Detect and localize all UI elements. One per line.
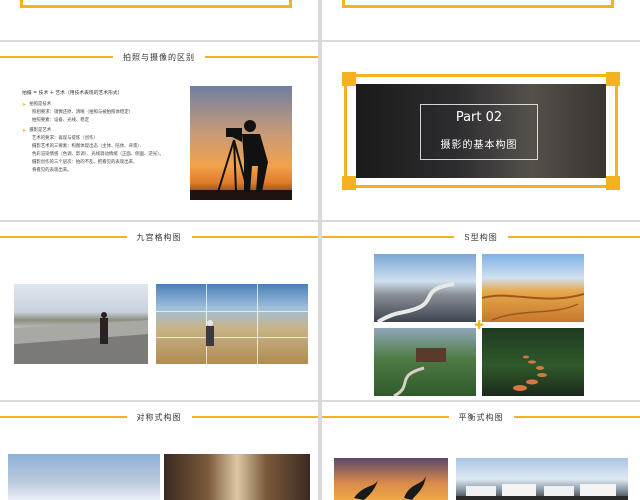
bullet-line: 艺术的要求：再现与提炼（创作） (32, 136, 98, 141)
slide-title: 九宫格构图 (136, 232, 182, 242)
photographer-silhouette (190, 120, 292, 200)
title-divider (0, 56, 113, 58)
title-divider (0, 236, 127, 238)
stepping-stones-photo (482, 328, 584, 396)
slide-title-bar: 九宫格构图 (0, 230, 318, 244)
part-label: Part 02 (455, 110, 503, 125)
slide-title: 拍照与摄像的区别 (123, 52, 195, 62)
bullet-heading: ➤ 摄影是艺术 (22, 128, 52, 134)
s-curve-road (376, 282, 455, 324)
slide-distinction[interactable]: 拍照与摄像的区别 拍摄 = 技术 + 艺术（用技术表现的艺术形式） ➤ 拍照是技… (0, 42, 318, 220)
title-divider (0, 416, 127, 418)
slide-title-bar: 平衡式构图 (322, 410, 640, 424)
bullet-line: 色彩渲染情感（色调、影调）、光线调动情绪（正面、侧面、逆光）。 (32, 152, 164, 157)
slide-nine-grid[interactable]: 九宫格构图 (0, 222, 318, 400)
slide-balanced[interactable]: 平衡式构图 (322, 402, 640, 500)
orange-frame (20, 0, 292, 8)
part-subtitle: 摄影的基本构图 (440, 140, 518, 151)
title-divider (507, 236, 640, 238)
lake-photo (8, 454, 160, 500)
snow-road-photo (374, 254, 476, 324)
bullet-heading: ➤ 拍照是技术 (22, 102, 52, 108)
street-photo (164, 454, 310, 500)
slide-title-bar: 对称式构图 (0, 410, 318, 424)
formula-text: 拍摄 = 技术 + 艺术（用技术表现的艺术形式） (22, 91, 123, 96)
slide-symmetric[interactable]: 对称式构图 (0, 402, 318, 500)
s-curve-dune (481, 293, 585, 321)
s-curve-path (393, 348, 446, 398)
frame-corner (342, 176, 356, 190)
photographer-photo (190, 86, 292, 200)
bridge-woman-photo (14, 284, 148, 364)
frame-corner (606, 72, 620, 86)
photo-detail (14, 312, 148, 364)
bullet-line: 摄影创作的三个层次：拍的不乱、把看见的表现出来、 (32, 160, 138, 165)
title-divider (191, 416, 318, 418)
orange-frame (342, 0, 614, 8)
arrow-right-icon: ➤ (22, 102, 27, 108)
slide-title: 平衡式构图 (458, 412, 504, 422)
slide-s-curve[interactable]: S型构图 ✚ (322, 222, 640, 400)
title-divider (205, 56, 318, 58)
bullet-line: 摄影艺术的三要素：构图体现出态（主体、陪体、背景）、 (32, 144, 144, 149)
frame-corner (342, 72, 356, 86)
title-divider (191, 236, 318, 238)
field-photographer-photo (156, 284, 308, 364)
cranes-sunset-photo (334, 458, 448, 500)
title-divider (322, 236, 455, 238)
title-divider (322, 416, 449, 418)
slide-title: S型构图 (464, 232, 498, 242)
bullet-line: 将看见的表现出来。 (32, 168, 72, 173)
arrow-right-icon: ➤ (22, 128, 27, 134)
slide-title-bar: 拍照与摄像的区别 (0, 50, 318, 64)
desert-photo (481, 254, 585, 322)
slide-top-left-partial[interactable] (0, 0, 318, 40)
slide-top-right-partial[interactable] (322, 0, 640, 40)
photo-detail (354, 476, 426, 500)
photo-detail (206, 320, 214, 346)
title-divider (513, 416, 640, 418)
slide-grid: 拍照与摄像的区别 拍摄 = 技术 + 艺术（用技术表现的艺术形式） ➤ 拍照是技… (0, 0, 640, 500)
slide-body-text: 拍摄 = 技术 + 艺术（用技术表现的艺术形式） ➤ 拍照是技术 照相要求：镜像… (22, 90, 182, 175)
slide-part-02[interactable]: Part 02 摄影的基本构图 (322, 42, 640, 220)
mountain-road-photo (374, 328, 476, 398)
s-curve-stones (513, 355, 547, 391)
slide-title-bar: S型构图 (322, 230, 640, 244)
photo-detail (456, 484, 628, 500)
frame-corner (606, 176, 620, 190)
slide-title: 对称式构图 (136, 412, 182, 422)
bullet-line: 照相要求：镜像还原、清晰（拍照与被拍照体稳定） (32, 110, 133, 115)
plus-icon: ✚ (474, 318, 485, 332)
village-photo (456, 458, 628, 500)
bullet-line: 拍照要素：设备、光线、稳定 (32, 118, 90, 123)
